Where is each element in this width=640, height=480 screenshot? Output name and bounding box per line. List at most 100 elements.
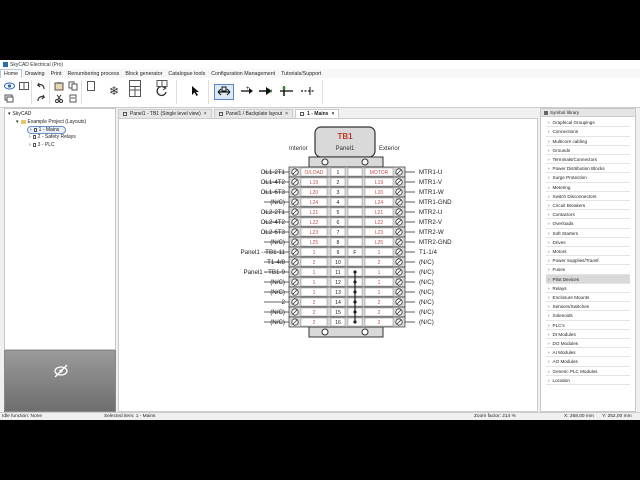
menu-block-generator[interactable]: Block generator xyxy=(122,69,165,78)
tree-item-plc[interactable]: › 3 - PLC xyxy=(29,142,55,148)
tree-item-mains[interactable]: › 1 - Mains xyxy=(27,126,67,134)
library-item[interactable]: › Relays xyxy=(546,285,630,293)
terminal-row[interactable]: Panel1 - TB1-9 1 11 1 (N/C) xyxy=(243,266,434,278)
expand-icon[interactable]: › xyxy=(29,142,31,148)
menu-home[interactable]: Home xyxy=(0,69,23,78)
terminal-row[interactable]: OL1-2T1 O/LOAD 1 MOTOR MTR1-U xyxy=(261,166,443,178)
status-bar: Idle function: None Selected item: 1 - M… xyxy=(0,412,640,420)
menu-configuration[interactable]: Configuration Management xyxy=(208,69,278,78)
terminal-row[interactable]: OL2-6T3 L23 7 L23 MTR2-W xyxy=(261,226,444,238)
wire-add-icon[interactable]: + xyxy=(240,86,254,96)
terminal-row[interactable]: OL2-4T2 L22 6 L22 MTR2-V xyxy=(261,216,443,228)
table-small-icon[interactable] xyxy=(128,78,142,88)
wire-dots-icon[interactable] xyxy=(300,86,314,96)
paste-icon[interactable] xyxy=(52,81,66,91)
tree-item-safety-relays[interactable]: › 2 - Safety Relays xyxy=(29,134,76,140)
library-item[interactable]: › Enclosure Mounts xyxy=(546,294,630,303)
copy-icon[interactable] xyxy=(66,81,80,91)
library-item[interactable]: › Multicore cabling xyxy=(546,137,630,146)
terminal-row[interactable]: OL1-4T2 L19 2 L19 MTR1-V xyxy=(261,176,443,188)
cut-icon[interactable] xyxy=(52,93,66,103)
page-link-icon[interactable] xyxy=(155,78,169,88)
library-item[interactable]: › Location xyxy=(546,377,630,385)
redo-icon[interactable] xyxy=(34,93,48,103)
terminal-row[interactable]: OL2-2T1 L21 5 L21 MTR2-U xyxy=(261,206,443,218)
interior-wire-number: L21 xyxy=(310,210,319,216)
collapse-icon[interactable]: ▾ xyxy=(8,111,11,117)
library-item[interactable]: › Drives xyxy=(546,239,630,247)
terminal-row[interactable]: (N/C) 1 12 1 (N/C) xyxy=(264,276,434,288)
menu-drawing[interactable]: Drawing xyxy=(22,69,47,78)
terminal-row[interactable]: (N/C) 2 16 2 (N/C) xyxy=(264,316,434,328)
library-item[interactable]: › Switch Disconnectors xyxy=(546,193,630,201)
tree-root[interactable]: ▾ SkyCAD xyxy=(8,111,31,117)
library-item[interactable]: › Circuit Breakers xyxy=(546,202,630,211)
library-item[interactable]: › Solenoids xyxy=(546,312,630,321)
library-item[interactable]: › Contactors xyxy=(546,211,630,220)
tab-single-level-view[interactable]: Panel1 - TB1 (Single level view) × xyxy=(118,109,212,118)
menu-renumbering[interactable]: Renumbering process xyxy=(64,69,122,78)
library-item[interactable]: › Soft Starters xyxy=(546,229,630,238)
library-item-label: Multicore cabling xyxy=(552,138,588,144)
library-item[interactable]: › PLC's xyxy=(546,321,630,330)
library-item[interactable]: › Overloads xyxy=(546,220,630,229)
library-item[interactable]: › Terminals/Connectors xyxy=(546,156,630,165)
pointer-icon[interactable] xyxy=(188,86,202,96)
library-item[interactable]: › Graphical Groupings xyxy=(546,119,630,128)
library-item[interactable]: › Surge Protection xyxy=(546,174,630,183)
library-item[interactable]: › Grounds xyxy=(546,147,630,155)
library-item[interactable]: › Fuses xyxy=(546,266,630,275)
layers-icon[interactable] xyxy=(2,93,16,103)
move-icon[interactable] xyxy=(214,84,234,100)
tree-project[interactable]: ▾ Example Project (Layouts) xyxy=(16,119,86,125)
collapse-icon[interactable]: ▾ xyxy=(16,119,19,125)
tab-backplate-layout[interactable]: Panel1 / Backplate layout × xyxy=(213,109,294,118)
terminal-row[interactable]: Panel1 - TB1-11 1 9 F 1 T1-1/4 xyxy=(241,246,438,258)
chevron-right-icon: › xyxy=(548,239,550,245)
library-item[interactable]: › Generic PLC Modules xyxy=(546,367,630,376)
library-item[interactable]: › Pilot Devices xyxy=(546,275,630,284)
library-item[interactable]: › Motors xyxy=(546,248,630,257)
terminal-row[interactable]: OL1-6T3 L20 3 L20 MTR1-W xyxy=(261,186,444,198)
chevron-right-icon: › xyxy=(548,129,550,135)
exterior-wire-number: 1 xyxy=(378,290,381,296)
menu-tutorials[interactable]: Tutorials/Support xyxy=(278,69,324,78)
snowflake-icon[interactable]: ❄ xyxy=(107,84,121,98)
undo-icon[interactable] xyxy=(34,81,48,91)
wire-end-icon[interactable] xyxy=(279,86,293,96)
menu-catalogue-tools[interactable]: Catalogue tools xyxy=(165,69,208,78)
menu-print[interactable]: Print xyxy=(48,69,65,78)
hidden-preview-icon[interactable] xyxy=(5,351,117,413)
tab-mains[interactable]: 1 - Mains × xyxy=(295,109,340,118)
terminal-code: F xyxy=(353,250,356,256)
terminal-block-drawing[interactable]: TB1 Panel1 Interior Exterior OL1-2T1 O/LO… xyxy=(119,119,538,412)
library-item[interactable]: › DO Modules xyxy=(546,340,630,349)
expand-icon[interactable]: › xyxy=(30,127,32,133)
library-item[interactable]: › AO Modules xyxy=(546,358,630,367)
terminal-row[interactable]: 2 2 14 2 (N/C) xyxy=(264,296,434,308)
close-icon[interactable]: × xyxy=(204,111,207,117)
drawing-canvas[interactable]: TB1 Panel1 Interior Exterior OL1-2T1 O/LO… xyxy=(118,118,538,412)
chevron-right-icon: › xyxy=(548,120,550,126)
terminal-row[interactable]: T1-4/8 2 10 2 (N/C) xyxy=(264,256,434,268)
eye-icon[interactable] xyxy=(2,81,16,91)
library-item[interactable]: › Power Supplies/Transf. xyxy=(546,257,630,266)
library-item[interactable]: › AI Modules xyxy=(546,349,630,358)
close-icon[interactable]: × xyxy=(331,111,334,117)
library-item[interactable]: › Metering xyxy=(546,183,630,192)
library-item[interactable]: › Power Distribution Blocks xyxy=(546,165,630,174)
library-item[interactable]: › DI Modules xyxy=(546,331,630,339)
terminal-row[interactable]: (N/C) 2 15 2 (N/C) xyxy=(264,306,434,318)
library-item-label: DI Modules xyxy=(552,331,576,337)
expand-icon[interactable]: › xyxy=(29,134,31,140)
terminal-row[interactable]: (N/C) L24 4 L24 MTR1-GND xyxy=(264,196,452,208)
terminal-row[interactable]: (N/C) L25 8 L25 MTR2-GND xyxy=(264,236,452,248)
library-item[interactable]: › Connections xyxy=(546,128,630,137)
clipboard-icon[interactable] xyxy=(66,93,80,103)
page-icon[interactable] xyxy=(84,81,98,91)
close-icon[interactable]: × xyxy=(285,111,288,117)
library-item[interactable]: › Sensors/Switches xyxy=(546,303,630,312)
grid-icon[interactable] xyxy=(17,81,31,91)
arrow-icon[interactable] xyxy=(258,86,272,96)
terminal-row[interactable]: (N/C) 1 13 1 (N/C) xyxy=(264,286,434,298)
